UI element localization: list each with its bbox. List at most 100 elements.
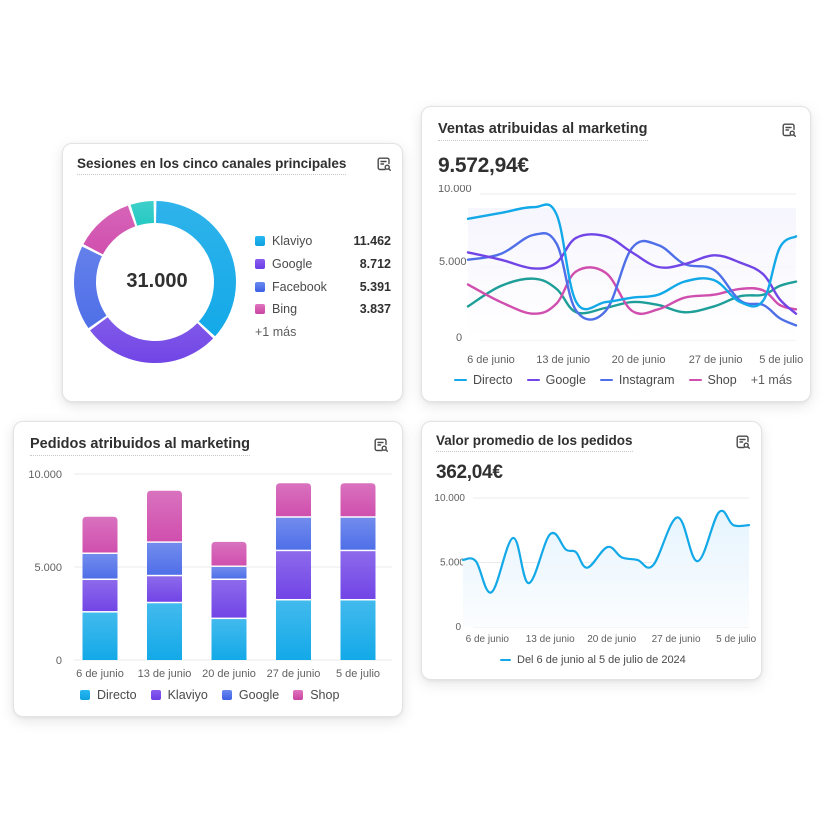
orders-bar-chart: 0 5.000 10.000 6 de junio 13 de junio 20 de j…: [28, 469, 392, 680]
bar-segment-shop[interactable]: [340, 483, 376, 517]
bar-segment-directo[interactable]: [211, 619, 247, 660]
x-tick-label: 20 de junio: [202, 668, 256, 680]
y-tick-label: 5.000: [34, 562, 62, 574]
legend-swatch: [293, 690, 304, 700]
y-tick-label: 0: [455, 622, 461, 633]
legend-item-klaviyo[interactable]: Klaviyo 11.462: [255, 230, 391, 253]
y-tick-label: 5.000: [439, 256, 467, 268]
x-tick-label: 27 de junio: [267, 668, 321, 680]
legend-swatch: [500, 658, 511, 662]
bar-segment-shop[interactable]: [211, 541, 247, 566]
y-tick-label: 0: [56, 655, 62, 667]
donut-slice-klaviyo[interactable]: [156, 201, 237, 337]
legend-item-klaviyo[interactable]: Klaviyo: [150, 688, 208, 702]
orders-card: Pedidos atribuidos al marketing 0 5.000 10…: [13, 421, 403, 717]
legend-item-instagram[interactable]: Instagram: [599, 373, 675, 387]
legend-item-shop[interactable]: Shop: [293, 688, 339, 702]
sales-total: 9.572,94€: [438, 154, 529, 177]
legend-item-bing[interactable]: Bing 3.837: [255, 298, 391, 321]
sessions-card-title[interactable]: Sesiones en los cinco canales principale…: [77, 156, 347, 175]
bar-segment-google[interactable]: [340, 517, 376, 550]
bar-segment-directo[interactable]: [147, 603, 182, 660]
legend-item-google[interactable]: Google: [221, 688, 279, 702]
bar-segment-google[interactable]: [211, 567, 247, 579]
legend-more-link[interactable]: +1 más: [751, 373, 792, 387]
plot-area: [468, 208, 796, 340]
sales-card-title[interactable]: Ventas atribuidas al marketing: [438, 121, 648, 141]
legend-item-google[interactable]: Google 8.712: [255, 253, 391, 276]
bar-segment-shop[interactable]: [147, 490, 182, 542]
legend-swatch: [599, 378, 613, 382]
x-tick-label: 5 de julio: [336, 668, 380, 680]
bar-segment-klaviyo[interactable]: [340, 551, 376, 599]
x-tick-label: 13 de junio: [526, 634, 575, 645]
x-tick-label: 13 de junio: [138, 668, 192, 680]
report-search-icon[interactable]: [376, 156, 392, 172]
report-search-icon[interactable]: [373, 437, 389, 453]
legend-item-google[interactable]: Google: [526, 373, 586, 387]
legend-swatch: [454, 378, 467, 382]
report-search-icon[interactable]: [735, 434, 751, 450]
aov-legend: Del 6 de junio al 5 de julio de 2024: [500, 654, 700, 666]
bar-segment-directo[interactable]: [276, 600, 311, 660]
y-tick-label: 0: [456, 332, 462, 344]
x-tick-label: 20 de junio: [587, 634, 636, 645]
legend-item-date-range[interactable]: Del 6 de junio al 5 de julio de 2024: [500, 654, 686, 666]
bar-segment-klaviyo[interactable]: [147, 576, 182, 602]
x-tick-label: 20 de junio: [612, 354, 666, 365]
bar-segment-shop[interactable]: [276, 483, 311, 517]
aov-total: 362,04€: [436, 462, 503, 483]
legend-item-shop[interactable]: Shop: [688, 373, 737, 387]
legend-swatch: [221, 690, 232, 700]
orders-card-title[interactable]: Pedidos atribuidos al marketing: [30, 436, 250, 456]
sales-card: Ventas atribuidas al marketing 9.572,94€…: [421, 106, 811, 402]
donut-slice-bing[interactable]: [83, 205, 136, 255]
x-tick-label: 6 de junio: [466, 634, 510, 645]
x-tick-label: 13 de junio: [536, 354, 590, 365]
legend-swatch: [255, 259, 265, 270]
bar-segment-shop[interactable]: [82, 516, 118, 553]
legend-more-link[interactable]: +1 más: [255, 321, 391, 343]
x-tick-label: 27 de junio: [689, 354, 743, 365]
aov-card: Valor promedio de los pedidos 362,04€ 0 5…: [421, 421, 762, 680]
legend-swatch: [150, 690, 161, 700]
y-tick-label: 10.000: [438, 185, 472, 195]
x-tick-label: 5 de julio: [759, 354, 803, 365]
y-tick-label: 10.000: [28, 469, 62, 481]
bar-segment-directo[interactable]: [340, 600, 376, 660]
legend-swatch: [80, 690, 90, 700]
bar-segment-klaviyo[interactable]: [276, 551, 311, 599]
area-fill: [463, 510, 749, 627]
legend-swatch: [255, 281, 265, 292]
sessions-total: 31.000: [126, 270, 188, 292]
bar-segment-google[interactable]: [147, 542, 182, 575]
x-tick-label: 6 de junio: [467, 354, 515, 365]
legend-item-directo[interactable]: Directo: [454, 373, 513, 387]
y-tick-label: 10.000: [434, 493, 465, 504]
legend-swatch: [688, 378, 702, 382]
aov-card-title[interactable]: Valor promedio de los pedidos: [436, 433, 633, 452]
x-tick-label: 27 de junio: [652, 634, 701, 645]
report-search-icon[interactable]: [781, 122, 797, 138]
sessions-legend: Klaviyo 11.462 Google 8.712 Facebook 5.391 …: [255, 230, 391, 343]
legend-swatch: [526, 378, 540, 382]
x-tick-label: 5 de julio: [716, 634, 756, 645]
bar-segment-google[interactable]: [276, 517, 311, 550]
bar-segment-klaviyo[interactable]: [211, 580, 247, 618]
bar-segment-klaviyo[interactable]: [82, 580, 118, 612]
aov-area-chart: 0 5.000 10.000 6 de junio 13 de junio 20 de j…: [434, 493, 756, 645]
orders-legend: Directo Klaviyo Google Shop: [80, 688, 353, 702]
x-tick-label: 6 de junio: [76, 668, 124, 680]
bar-segment-google[interactable]: [82, 553, 118, 579]
sales-line-chart: 0 5.000 10.000 6 de junio 13 de junio 20 de j…: [438, 185, 803, 365]
legend-swatch: [255, 304, 265, 315]
y-tick-label: 5.000: [440, 558, 465, 569]
donut-slice-otros[interactable]: [130, 201, 154, 226]
bar-segment-directo[interactable]: [82, 612, 118, 660]
donut-slice-google[interactable]: [90, 317, 214, 363]
legend-item-facebook[interactable]: Facebook 5.391: [255, 275, 391, 298]
legend-item-directo[interactable]: Directo: [80, 688, 137, 702]
sessions-card: Sesiones en los cinco canales principale…: [62, 143, 403, 402]
legend-swatch: [255, 236, 265, 247]
donut-slice-facebook[interactable]: [74, 246, 107, 329]
